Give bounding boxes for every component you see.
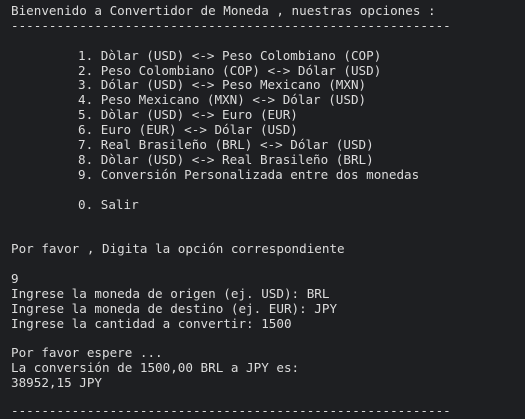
menu-option-8: 8. Dòlar (USD) <-> Real Brasileño (BRL)	[78, 151, 374, 167]
destination-currency-input[interactable]: Ingrese la moneda de destino (ej. EUR): …	[11, 301, 525, 317]
menu-option-1: 1. Dòlar (USD) <-> Peso Colombiano (COP)	[78, 47, 382, 63]
amount-input[interactable]: Ingrese la cantidad a convertir: 1500	[11, 316, 525, 332]
menu-option-exit: 0. Salir	[78, 196, 139, 212]
option-prompt: Por favor , Digita la opción correspondi…	[11, 241, 345, 257]
menu-option-7: 7. Real Brasileño (BRL) <-> Dólar (USD)	[78, 137, 374, 153]
menu-option-2: 2. Peso Colombiano (COP) <-> Dólar (USD)	[78, 62, 382, 78]
terminal-window[interactable]: Bienvenido a Convertidor de Moneda , nue…	[0, 0, 525, 417]
menu-option-6: 6. Euro (EUR) <-> Dólar (USD)	[78, 122, 298, 138]
menu-option-4: 4. Peso Mexicano (MXN) <-> Dólar (USD)	[78, 92, 367, 108]
origin-currency-input[interactable]: Ingrese la moneda de origen (ej. USD): B…	[11, 286, 525, 302]
header-separator: ----------------------------------------…	[11, 17, 451, 33]
welcome-header: Bienvenido a Convertidor de Moneda , nue…	[11, 3, 436, 18]
user-choice-input[interactable]: 9	[11, 271, 525, 287]
result-value: 38952,15 JPY	[11, 375, 102, 391]
wait-message: Por favor espere ...	[11, 345, 163, 361]
menu-option-9: 9. Conversión Personalizada entre dos mo…	[78, 166, 420, 182]
result-label: La conversión de 1500,00 BRL a JPY es:	[11, 360, 300, 376]
menu-option-3: 3. Dólar (USD) <-> Peso Mexicano (MXN)	[78, 77, 367, 93]
menu-option-5: 5. Dòlar (USD) <-> Euro (EUR)	[78, 107, 298, 123]
